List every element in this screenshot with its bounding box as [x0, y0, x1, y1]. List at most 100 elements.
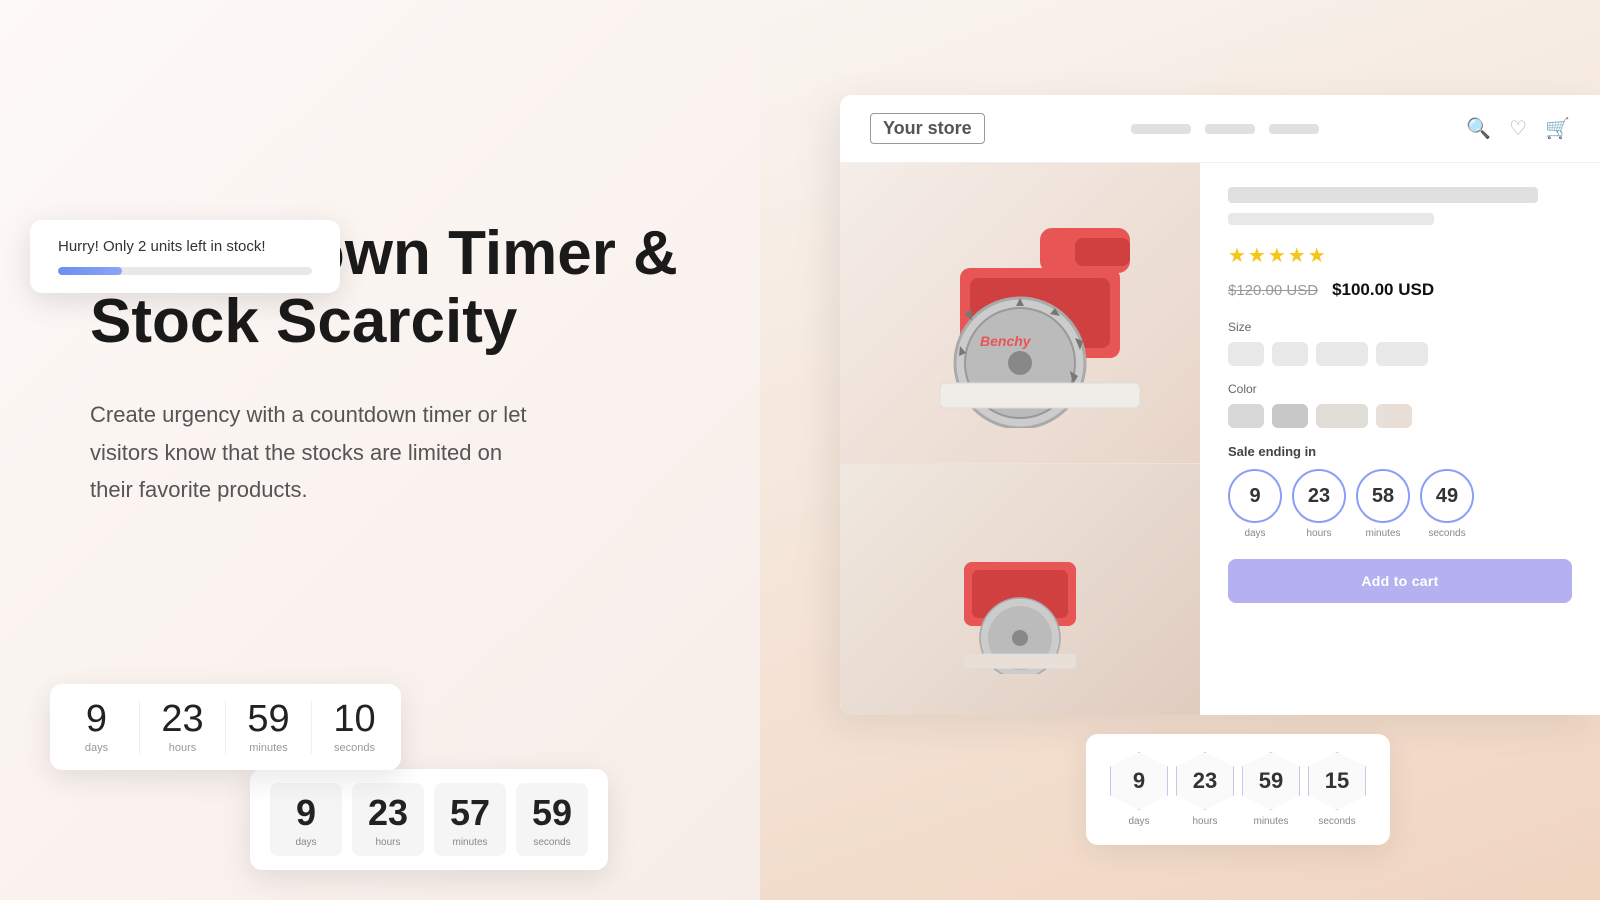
scarcity-progress-fill: [58, 267, 122, 275]
color-options: [1228, 404, 1572, 428]
search-icon[interactable]: 🔍: [1466, 116, 1491, 141]
price-row: $120.00 USD $100.00 USD: [1228, 280, 1572, 300]
store-name: Your store: [883, 118, 972, 139]
cart-icon[interactable]: 🛒: [1545, 116, 1570, 141]
widget2-minutes-label: minutes: [452, 837, 487, 848]
widget1-days-value: 9: [86, 700, 107, 738]
widget1-hours: 23 hours: [160, 700, 205, 754]
widget2-hours-value: 23: [368, 795, 408, 831]
circle-hours-value: 23: [1292, 469, 1346, 523]
widget3-hours-value: 23: [1193, 768, 1217, 794]
widget3-hours-label: hours: [1192, 816, 1217, 827]
widget2-days-value: 9: [296, 795, 316, 831]
widget2-hours-label: hours: [375, 837, 400, 848]
countdown-widget-minimal: 9 days 23 hours 59 minutes 10 seconds: [50, 684, 401, 770]
widget1-divider1: [139, 700, 140, 754]
circular-saw-image: Benchy: [880, 198, 1160, 428]
nav-icons: 🔍 ♡ 🛒: [1466, 116, 1570, 141]
widget2-days-label: days: [295, 837, 316, 848]
nav-link-3: [1269, 124, 1319, 134]
widget1-days: 9 days: [74, 700, 119, 754]
product-detail: ★★★★★ $120.00 USD $100.00 USD Size Color…: [1200, 163, 1600, 715]
circle-minutes-value: 58: [1356, 469, 1410, 523]
browser-content: Benchy ★★★★★ $120.00 USD $1: [840, 163, 1600, 715]
widget1-minutes: 59 minutes: [246, 700, 291, 754]
size-option-2[interactable]: [1272, 342, 1308, 366]
product-thumb-image: [910, 514, 1130, 674]
widget2-seconds-label: seconds: [533, 837, 570, 848]
size-label: Size: [1228, 320, 1572, 334]
widget3-seconds-value: 15: [1325, 768, 1349, 794]
product-image-thumb: [840, 463, 1200, 715]
circle-days: 9 days: [1228, 469, 1282, 539]
circle-seconds: 49 seconds: [1420, 469, 1474, 539]
svg-text:Benchy: Benchy: [980, 333, 1032, 349]
browser-nav: Your store 🔍 ♡ 🛒: [840, 95, 1600, 163]
countdown-widget-squares: 9 days 23 hours 57 minutes 59 seconds: [250, 769, 608, 870]
circle-minutes-label: minutes: [1365, 528, 1400, 539]
circle-days-value: 9: [1228, 469, 1282, 523]
widget2-minutes-value: 57: [450, 795, 490, 831]
circle-days-label: days: [1244, 528, 1265, 539]
product-stars: ★★★★★: [1228, 243, 1572, 268]
widget2-hours: 23 hours: [352, 783, 424, 856]
widget1-minutes-label: minutes: [249, 742, 288, 754]
widget3-minutes-label: minutes: [1253, 816, 1288, 827]
size-option-1[interactable]: [1228, 342, 1264, 366]
color-option-4[interactable]: [1376, 404, 1412, 428]
widget3-minutes-hex: 59: [1242, 752, 1300, 810]
store-logo: Your store: [870, 113, 985, 144]
countdown-widget-hex: 9 days 23 hours 59 minutes 15 seconds: [1086, 734, 1390, 845]
size-option-3[interactable]: [1316, 342, 1368, 366]
color-option-1[interactable]: [1228, 404, 1264, 428]
widget1-divider3: [311, 700, 312, 754]
widget1-seconds-value: 10: [333, 700, 375, 738]
product-image-main: Benchy: [840, 163, 1200, 463]
scarcity-overlay: Hurry! Only 2 units left in stock!: [30, 220, 340, 293]
widget1-divider2: [225, 700, 226, 754]
widget3-hours: 23 hours: [1176, 752, 1234, 827]
wishlist-icon[interactable]: ♡: [1509, 116, 1527, 141]
product-images: Benchy: [840, 163, 1200, 715]
circle-seconds-value: 49: [1420, 469, 1474, 523]
widget1-hours-label: hours: [169, 742, 197, 754]
scarcity-text: Hurry! Only 2 units left in stock!: [58, 238, 312, 255]
widget3-seconds-hex: 15: [1308, 752, 1366, 810]
widget3-days-label: days: [1128, 816, 1149, 827]
widget2-days: 9 days: [270, 783, 342, 856]
nav-link-1: [1131, 124, 1191, 134]
price-new: $100.00 USD: [1332, 280, 1434, 300]
add-to-cart-button[interactable]: Add to cart: [1228, 559, 1572, 603]
nav-links: [1131, 124, 1319, 134]
widget1-seconds-label: seconds: [334, 742, 375, 754]
widget2-seconds-value: 59: [532, 795, 572, 831]
widget2-seconds: 59 seconds: [516, 783, 588, 856]
browser-mockup: Your store 🔍 ♡ 🛒: [840, 95, 1600, 715]
widget1-days-label: days: [85, 742, 108, 754]
widget3-seconds-label: seconds: [1318, 816, 1355, 827]
widget1-minutes-value: 59: [247, 700, 289, 738]
widget3-days: 9 days: [1110, 752, 1168, 827]
color-label: Color: [1228, 382, 1572, 396]
widget3-minutes: 59 minutes: [1242, 752, 1300, 827]
price-old: $120.00 USD: [1228, 282, 1318, 299]
countdown-section: Sale ending in 9 days 23 hours 58 minute…: [1228, 444, 1572, 603]
widget2-minutes: 57 minutes: [434, 783, 506, 856]
nav-link-2: [1205, 124, 1255, 134]
widget3-days-value: 9: [1133, 768, 1145, 794]
widget1-seconds: 10 seconds: [332, 700, 377, 754]
sale-ending-label: Sale ending in: [1228, 444, 1572, 459]
page-description: Create urgency with a countdown timer or…: [90, 396, 690, 508]
circle-hours: 23 hours: [1292, 469, 1346, 539]
widget3-hours-hex: 23: [1176, 752, 1234, 810]
size-option-4[interactable]: [1376, 342, 1428, 366]
color-option-3[interactable]: [1316, 404, 1368, 428]
color-option-2[interactable]: [1272, 404, 1308, 428]
widget3-seconds: 15 seconds: [1308, 752, 1366, 827]
scarcity-progress-bg: [58, 267, 312, 275]
size-options: [1228, 342, 1572, 366]
product-title-placeholder: [1228, 187, 1538, 203]
circle-hours-label: hours: [1306, 528, 1331, 539]
product-subtitle-placeholder: [1228, 213, 1434, 225]
widget1-hours-value: 23: [161, 700, 203, 738]
